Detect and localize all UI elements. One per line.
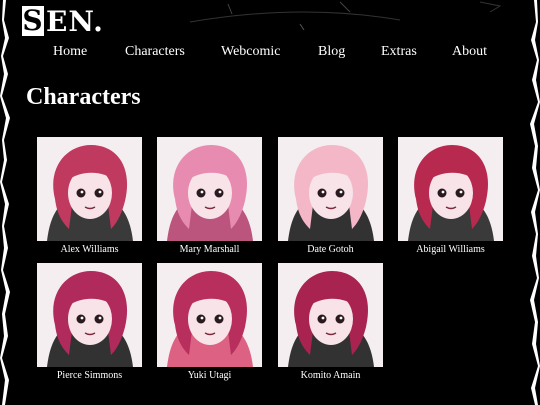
site-logo[interactable]: S EN.: [22, 4, 104, 38]
nav-characters[interactable]: Characters: [125, 44, 185, 60]
logo-initial: S: [22, 4, 44, 37]
logo-text: EN.: [46, 4, 104, 38]
character-portrait[interactable]: [278, 263, 383, 367]
nav-home[interactable]: Home: [53, 44, 87, 60]
character-portrait[interactable]: [37, 263, 142, 367]
nav-about[interactable]: About: [452, 44, 487, 60]
character-portrait-art: [398, 137, 503, 241]
character-portrait-art: [157, 263, 262, 367]
character-card-yuki-utagi[interactable]: Yuki Utagi: [157, 263, 262, 381]
character-name[interactable]: Komito Amain: [278, 370, 383, 381]
main-nav: Home Characters Webcomic Blog Extras Abo…: [0, 44, 540, 62]
character-card-pierce-simmons[interactable]: Pierce Simmons: [37, 263, 142, 381]
character-portrait-art: [37, 263, 142, 367]
character-name[interactable]: Alex Williams: [37, 244, 142, 255]
character-card-abigail-williams[interactable]: Abigail Williams: [398, 137, 503, 255]
character-name[interactable]: Date Gotoh: [278, 244, 383, 255]
character-name[interactable]: Mary Marshall: [157, 244, 262, 255]
nav-extras[interactable]: Extras: [381, 44, 417, 60]
character-name[interactable]: Abigail Williams: [398, 244, 503, 255]
character-portrait-art: [37, 137, 142, 241]
character-card-komito-amain[interactable]: Komito Amain: [278, 263, 383, 381]
character-portrait[interactable]: [37, 137, 142, 241]
character-card-mary-marshall[interactable]: Mary Marshall: [157, 137, 262, 255]
character-portrait-art: [157, 137, 262, 241]
nav-blog[interactable]: Blog: [318, 44, 345, 60]
character-portrait[interactable]: [157, 263, 262, 367]
character-portrait[interactable]: [398, 137, 503, 241]
nav-webcomic[interactable]: Webcomic: [221, 44, 281, 60]
character-name[interactable]: Pierce Simmons: [37, 370, 142, 381]
character-portrait-art: [278, 137, 383, 241]
character-portrait[interactable]: [157, 137, 262, 241]
page-title: Characters: [26, 84, 141, 110]
character-card-date-gotoh[interactable]: Date Gotoh: [278, 137, 383, 255]
character-portrait[interactable]: [278, 137, 383, 241]
character-name[interactable]: Yuki Utagi: [157, 370, 262, 381]
character-card-alex-williams[interactable]: Alex Williams: [37, 137, 142, 255]
character-portrait-art: [278, 263, 383, 367]
